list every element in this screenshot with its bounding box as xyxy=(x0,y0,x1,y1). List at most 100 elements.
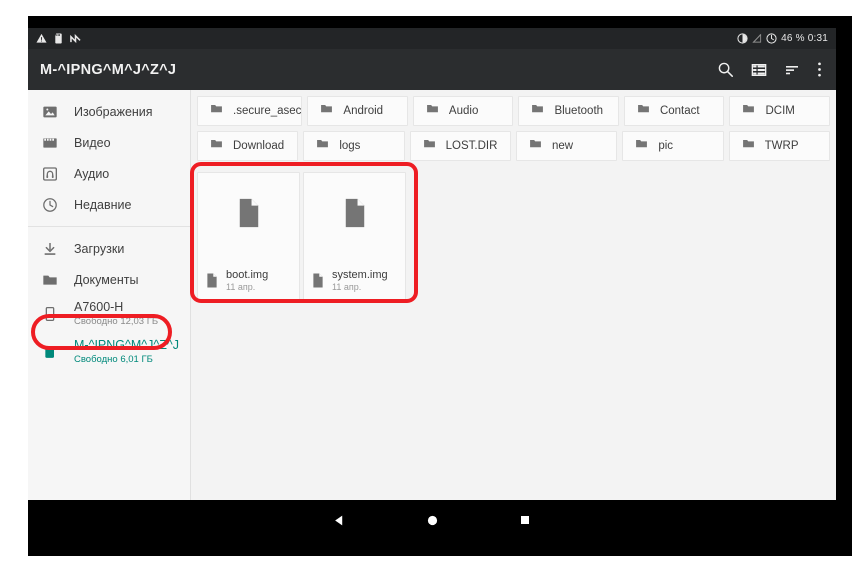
folder-item[interactable]: new xyxy=(515,131,618,161)
sidebar-divider xyxy=(28,226,190,227)
sidebar-item-label: Документы xyxy=(74,272,139,287)
screenshot-root: 46 % 0:31 M-^IPNG^M^J^Z^J Изображения Ви… xyxy=(0,0,864,564)
folder-icon xyxy=(637,102,650,120)
file-thumbnail xyxy=(198,173,299,266)
phone-icon xyxy=(41,306,59,322)
folder-item[interactable]: Android xyxy=(307,96,408,126)
recents-button[interactable] xyxy=(519,514,531,526)
app-bar: M-^IPNG^M^J^Z^J xyxy=(28,49,836,90)
sidebar-item-label: Загрузки xyxy=(74,241,125,256)
sidebar-item-documents[interactable]: Документы xyxy=(28,264,190,295)
folder-icon xyxy=(41,272,59,288)
folder-label: Android xyxy=(343,105,384,117)
sidebar-item-images[interactable]: Изображения xyxy=(28,96,190,127)
folder-label: new xyxy=(551,140,574,152)
file-meta: system.img 11 апр. xyxy=(304,266,405,299)
folder-icon xyxy=(316,137,329,155)
download-icon xyxy=(41,241,59,257)
home-button[interactable] xyxy=(426,514,439,527)
usb-debug-icon xyxy=(70,33,81,43)
sidebar-item-internal-storage[interactable]: A7600-H Свободно 12,03 ГБ xyxy=(28,295,190,333)
file-thumbnail xyxy=(304,173,405,266)
app-body: Изображения Видео Аудио Недавние Загрузк… xyxy=(28,90,836,500)
folder-label: DCIM xyxy=(765,105,795,117)
sidebar-item-sdcard[interactable]: M-^IPNG^M^J^Z^J Свободно 6,01 ГБ xyxy=(28,333,190,371)
file-item[interactable]: boot.img 11 апр. xyxy=(197,172,300,300)
storage-label: A7600-H xyxy=(74,300,124,315)
folder-item[interactable]: Contact xyxy=(623,96,725,126)
folder-row: .secure_asec Android Audio Bluetooth Con… xyxy=(197,96,830,126)
sidebar-item-audio[interactable]: Аудио xyxy=(28,158,190,189)
storage-text: M-^IPNG^M^J^Z^J Свободно 6,01 ГБ xyxy=(74,338,179,365)
file-text: boot.img 11 апр. xyxy=(226,269,268,293)
back-button[interactable] xyxy=(333,514,346,527)
folder-label: logs xyxy=(339,140,361,152)
folder-label: pic xyxy=(658,140,674,152)
folder-item[interactable]: Audio xyxy=(412,96,514,126)
folder-label: .secure_asec xyxy=(233,105,302,117)
file-grid: boot.img 11 апр. system.img 11 апр. xyxy=(197,172,406,300)
file-name: boot.img xyxy=(226,268,269,281)
file-browser-content: .secure_asec Android Audio Bluetooth Con… xyxy=(191,90,836,500)
brightness-icon xyxy=(737,33,748,44)
folder-icon xyxy=(742,137,755,155)
folder-icon xyxy=(635,137,648,155)
storage-text: A7600-H Свободно 12,03 ГБ xyxy=(74,300,158,327)
storage-free-space: Свободно 6,01 ГБ xyxy=(74,353,153,365)
file-icon xyxy=(207,273,217,288)
folder-item[interactable]: Bluetooth xyxy=(518,96,619,126)
folder-icon xyxy=(529,137,542,155)
folder-icon xyxy=(210,137,223,155)
folder-item[interactable]: TWRP xyxy=(728,131,830,161)
folder-item[interactable]: LOST.DIR xyxy=(409,131,511,161)
grid-view-icon[interactable] xyxy=(751,62,767,78)
storage-free-space: Свободно 12,03 ГБ xyxy=(74,315,159,327)
status-bar-right: 46 % 0:31 xyxy=(737,33,828,44)
file-icon xyxy=(345,198,364,227)
sidebar-item-video[interactable]: Видео xyxy=(28,127,190,158)
file-date: 11 апр. xyxy=(332,281,362,292)
folder-item[interactable]: DCIM xyxy=(729,96,830,126)
folder-label: Audio xyxy=(448,105,479,117)
folder-label: Bluetooth xyxy=(554,105,604,117)
file-item[interactable]: system.img 11 апр. xyxy=(303,172,406,300)
file-icon xyxy=(313,273,323,288)
file-text: system.img 11 апр. xyxy=(332,269,388,293)
overflow-menu-icon[interactable] xyxy=(817,61,822,78)
video-icon xyxy=(41,135,59,151)
folder-icon xyxy=(426,102,439,120)
page-title: M-^IPNG^M^J^Z^J xyxy=(40,61,177,78)
sidebar: Изображения Видео Аудио Недавние Загрузк… xyxy=(28,90,191,500)
search-icon[interactable] xyxy=(717,61,734,78)
sidebar-item-label: Аудио xyxy=(74,166,110,181)
file-date: 11 апр. xyxy=(226,281,256,292)
storage-label: M-^IPNG^M^J^Z^J xyxy=(74,338,180,353)
warning-triangle-icon xyxy=(36,33,47,43)
android-navigation-bar xyxy=(28,500,836,540)
folder-item[interactable]: logs xyxy=(303,131,405,161)
battery-charging-icon xyxy=(766,33,777,44)
sdcard-mount-icon xyxy=(55,33,62,44)
sidebar-item-label: Недавние xyxy=(74,197,132,212)
folder-row: Download logs LOST.DIR new pic TWRP xyxy=(197,131,830,161)
sidebar-item-recent[interactable]: Недавние xyxy=(28,189,190,220)
folder-label: Contact xyxy=(659,105,700,117)
app-bar-actions xyxy=(717,61,822,78)
android-status-bar: 46 % 0:31 xyxy=(28,28,836,49)
folder-label: LOST.DIR xyxy=(445,140,498,152)
folder-item[interactable]: pic xyxy=(622,131,724,161)
folder-icon xyxy=(423,137,436,155)
folder-item[interactable]: Download xyxy=(197,131,299,161)
file-meta: boot.img 11 апр. xyxy=(198,266,299,299)
file-icon xyxy=(239,198,258,227)
folder-item[interactable]: .secure_asec xyxy=(197,96,303,126)
sidebar-item-label: Изображения xyxy=(74,104,153,119)
sidebar-item-downloads[interactable]: Загрузки xyxy=(28,233,190,264)
sort-icon[interactable] xyxy=(784,62,800,78)
status-bar-left-icons xyxy=(36,33,81,44)
sidebar-item-label: Видео xyxy=(74,135,111,150)
folder-icon xyxy=(531,102,544,120)
folder-icon xyxy=(320,102,333,120)
file-name: system.img xyxy=(332,268,388,281)
sdcard-icon xyxy=(41,344,59,360)
